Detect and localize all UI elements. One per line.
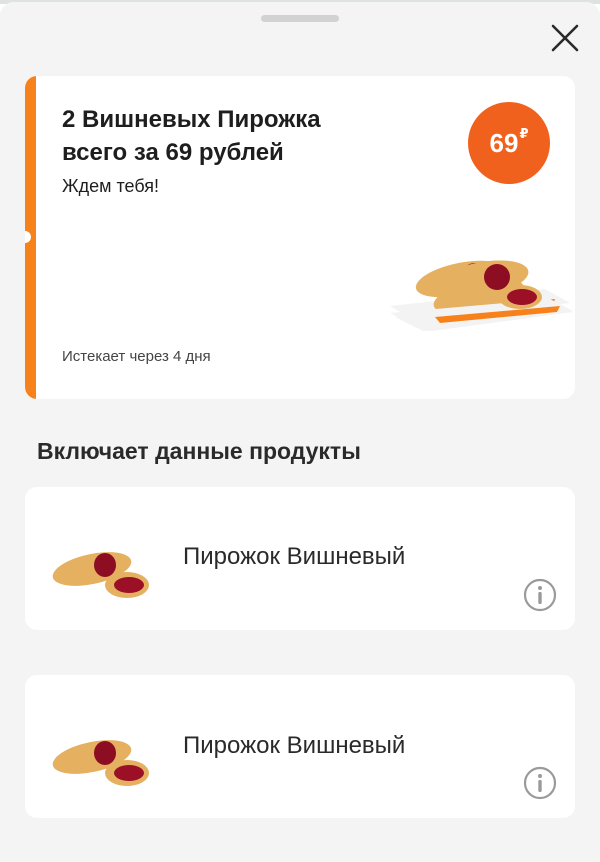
currency-symbol: ₽ bbox=[519, 126, 529, 141]
info-button[interactable] bbox=[523, 578, 557, 612]
info-icon bbox=[523, 766, 557, 800]
product-name: Пирожок Вишневый bbox=[183, 543, 406, 570]
price-value: 69 bbox=[489, 127, 519, 158]
cherry-pie-image bbox=[52, 552, 149, 598]
cherry-pies-lower bbox=[390, 260, 573, 325]
close-button[interactable] bbox=[549, 22, 581, 54]
price-badge: 69 ₽ bbox=[468, 102, 550, 184]
info-icon bbox=[523, 578, 557, 612]
offer-expiry: Истекает через 4 дня bbox=[62, 348, 211, 365]
product-card[interactable]: Пирожок Вишневый bbox=[25, 675, 575, 818]
section-title: Включает данные продукты bbox=[37, 438, 361, 464]
cherry-pie-image bbox=[52, 740, 149, 786]
close-icon bbox=[551, 24, 579, 52]
product-name: Пирожок Вишневый bbox=[183, 732, 406, 759]
info-button[interactable] bbox=[523, 766, 557, 800]
offer-title: 2 Вишневых Пирожка всего за 69 рублей bbox=[62, 106, 321, 166]
offer-card: 2 Вишневых Пирожка всего за 69 рублей Жд… bbox=[25, 76, 575, 399]
product-card[interactable]: Пирожок Вишневый bbox=[25, 487, 575, 630]
bottom-sheet: 2 Вишневых Пирожка всего за 69 рублей Жд… bbox=[0, 2, 600, 862]
sheet-grabber[interactable] bbox=[261, 15, 339, 22]
offer-subtitle: Ждем тебя! bbox=[62, 176, 160, 196]
